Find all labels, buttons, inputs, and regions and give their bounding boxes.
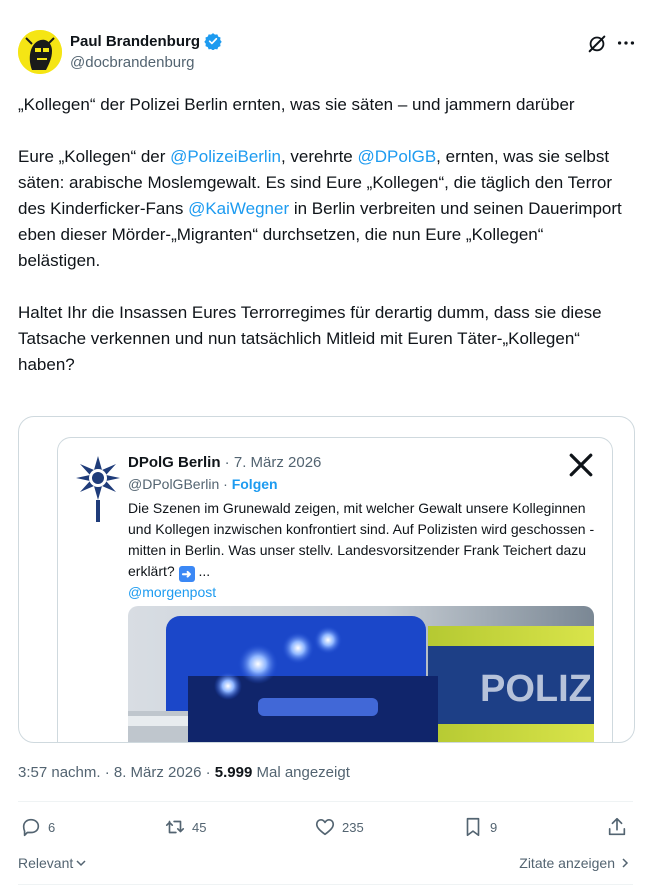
x-logo-icon[interactable] [568, 452, 594, 478]
chevron-down-icon [76, 860, 86, 867]
quoted-tweet[interactable]: DPolG Berlin · 7. März 2026 @DPolGBerlin… [57, 437, 613, 742]
share-button[interactable] [606, 816, 628, 838]
text-segment: Eure „Kollegen“ der [18, 147, 171, 166]
text-segment: , verehrte [280, 147, 358, 166]
quoted-handle-row: @DPolGBerlin · Folgen [128, 476, 278, 492]
mention-polizei-berlin[interactable]: @PolizeiBerlin [170, 147, 281, 166]
repost-button[interactable]: 45 [164, 816, 206, 838]
grok-icon[interactable] [586, 32, 608, 54]
mention-dpolgb[interactable]: @DPolGB [358, 147, 437, 166]
reply-icon [22, 818, 40, 837]
divider-bottom [18, 884, 633, 885]
tweet-title: „Kollegen“ der Polizei Berlin ernten, wa… [18, 95, 575, 114]
quoted-ellipsis: ... [194, 563, 211, 579]
author-handle[interactable]: @docbrandenburg [70, 54, 194, 71]
bookmark-icon [466, 817, 480, 837]
quoted-date: · 7. März 2026 [220, 454, 322, 471]
tweet-text: „Kollegen“ der Polizei Berlin ernten, wa… [18, 92, 630, 378]
views-label: Mal angezeigt [252, 764, 350, 781]
quoted-author-name[interactable]: DPolG Berlin [128, 454, 221, 471]
reply-button[interactable]: 6 [20, 816, 55, 838]
repost-count: 45 [192, 819, 207, 835]
image-text-polizei: POLIZEI [480, 668, 594, 710]
tweet-paragraph-1: Eure „Kollegen“ der @PolizeiBerlin, vere… [18, 144, 630, 274]
embedded-media-card[interactable]: DPolG Berlin · 7. März 2026 @DPolGBerlin… [18, 416, 635, 743]
tweet-header: Paul Brandenburg @docbrandenburg [18, 30, 635, 76]
quoted-author-row: DPolG Berlin · 7. März 2026 [128, 454, 321, 471]
repost-icon [165, 820, 185, 834]
reply-count: 6 [48, 819, 56, 835]
separator: · [219, 476, 232, 492]
quoted-image[interactable]: POLIZEI [128, 606, 594, 742]
views-count: 5.999 [214, 764, 253, 781]
heart-icon [315, 819, 335, 836]
verified-badge-icon [204, 33, 222, 50]
sort-replies-dropdown[interactable]: Relevant [18, 855, 87, 871]
divider [18, 801, 633, 802]
tweet-paragraph-2: Haltet Ihr die Insassen Eures Terrorregi… [18, 303, 602, 374]
tweet-meta: 3:57 nachm. · 8. März 2026 · 5.999 Mal a… [18, 764, 350, 781]
quoted-text: Die Szenen im Grunewald zeigen, mit welc… [128, 498, 598, 603]
tweet-timestamp[interactable]: 3:57 nachm. · 8. März 2026 · [18, 764, 215, 781]
view-quotes-link[interactable]: Zitate anzeigen [519, 855, 631, 871]
share-icon [608, 817, 626, 836]
bookmark-count: 9 [490, 819, 498, 835]
like-count: 235 [342, 819, 364, 835]
dpolg-logo-icon [76, 456, 120, 522]
mention-kai-wegner[interactable]: @KaiWegner [188, 199, 289, 218]
action-bar: 6 45 235 9 [18, 816, 633, 844]
author-name[interactable]: Paul Brandenburg [70, 33, 200, 50]
chevron-right-icon [622, 858, 629, 868]
bookmark-button[interactable]: 9 [462, 816, 497, 838]
author-name-row: Paul Brandenburg [70, 32, 222, 50]
sort-label: Relevant [18, 855, 74, 871]
like-button[interactable]: 235 [314, 816, 364, 838]
arrow-right-icon: ➜ [178, 566, 195, 582]
quoted-link-morgenpost[interactable]: @morgenpost [128, 584, 216, 600]
more-icon[interactable] [615, 32, 637, 54]
follow-button[interactable]: Folgen [232, 476, 278, 492]
quoted-handle[interactable]: @DPolGBerlin [128, 476, 219, 492]
view-quotes-label: Zitate anzeigen [519, 855, 615, 871]
avatar[interactable] [18, 30, 62, 74]
